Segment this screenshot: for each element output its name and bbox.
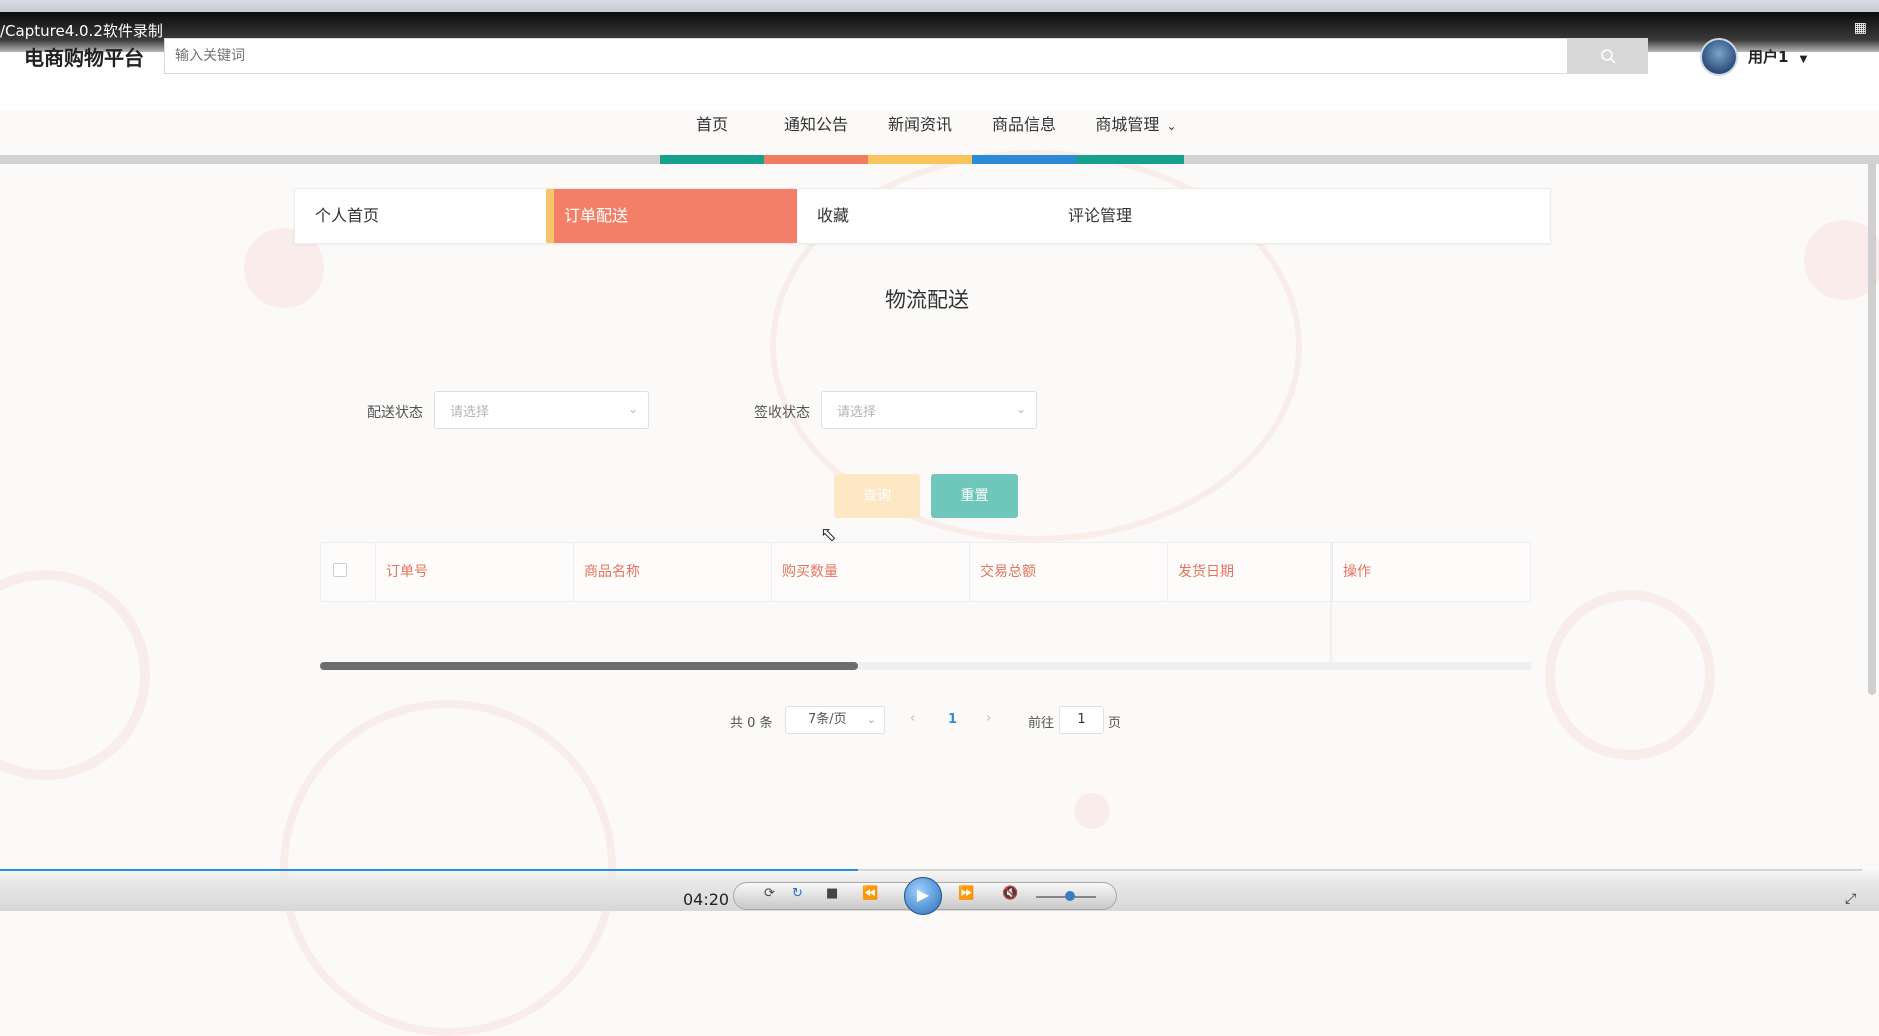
select-all-checkbox[interactable]: [333, 563, 347, 577]
playback-progress-fill: [0, 869, 858, 871]
volume-slider-knob[interactable]: [1065, 891, 1075, 901]
nav-item-notices[interactable]: 通知公告: [764, 112, 868, 152]
goto-page-input[interactable]: 1: [1059, 706, 1104, 734]
chevron-down-icon: ⌄: [1015, 402, 1026, 416]
table-scrollbar-thumb[interactable]: [320, 662, 858, 670]
recorder-title: /Capture4.0.2软件录制: [0, 22, 163, 40]
stop-icon[interactable]: ■: [826, 886, 838, 901]
play-icon[interactable]: ▶: [904, 877, 942, 915]
select-placeholder: 请选择: [450, 405, 490, 420]
site-logo[interactable]: 电商购物平台: [24, 42, 144, 71]
prev-page-icon[interactable]: ‹: [910, 711, 915, 726]
avatar[interactable]: [1700, 38, 1738, 76]
delivery-status-select[interactable]: 请选择 ⌄: [434, 391, 649, 429]
nav-item-products[interactable]: 商品信息: [972, 112, 1076, 152]
column-header: 购买数量: [772, 543, 970, 601]
query-button[interactable]: 查询: [834, 474, 920, 518]
column-header: 商品名称: [574, 543, 772, 601]
sign-status-select[interactable]: 请选择 ⌄: [821, 391, 1037, 429]
search-input[interactable]: [165, 39, 1567, 73]
fast-forward-icon[interactable]: ⏩: [958, 886, 974, 901]
nav-item-home[interactable]: 首页: [660, 112, 764, 152]
tab-comments[interactable]: 评论管理: [1048, 189, 1299, 243]
page-size-select[interactable]: 7条/页 ⌄: [785, 706, 885, 734]
username-label: 用户1: [1748, 48, 1789, 66]
goto-prefix: 前往: [1028, 716, 1055, 731]
rewind-icon[interactable]: ⏪: [862, 886, 878, 901]
decor-ring: [0, 570, 150, 780]
delivery-status-label: 配送状态: [367, 405, 423, 421]
fixed-column-shadow: [1330, 542, 1333, 667]
column-header: 发货日期: [1168, 543, 1333, 601]
column-header: 订单号: [376, 543, 574, 601]
select-placeholder: 请选择: [837, 405, 877, 420]
player-buttons: ⟳ ↻ ■ ⏪ ▶ ⏩ 🔇: [733, 877, 1117, 915]
tab-personal-home[interactable]: 个人首页: [295, 189, 546, 243]
delivery-table-header: 订单号 商品名称 购买数量 交易总额 发货日期 操作: [320, 542, 1531, 602]
decor-ring: [1545, 590, 1715, 760]
pagination-total: 共 0 条: [730, 716, 773, 731]
playback-time: 04:20: [683, 890, 730, 909]
main-nav: 首页 通知公告 新闻资讯 商品信息 商城管理 ⌄: [0, 112, 1879, 164]
refresh-icon[interactable]: ↻: [792, 886, 803, 901]
search-button[interactable]: [1568, 38, 1648, 74]
reset-button[interactable]: 重置: [931, 474, 1018, 518]
search-field[interactable]: [164, 38, 1568, 74]
page-number-current[interactable]: 1: [948, 712, 957, 727]
search-icon: [1601, 49, 1616, 64]
tab-favorites[interactable]: 收藏: [797, 189, 1048, 243]
loop-icon[interactable]: ⟳: [764, 886, 775, 901]
next-page-icon[interactable]: ›: [986, 711, 991, 726]
chevron-down-icon: ⌄: [1166, 119, 1177, 133]
column-header: 操作: [1343, 564, 1371, 580]
browser-tab-strip: [0, 0, 1879, 12]
chevron-down-icon: ⌄: [866, 713, 876, 726]
chevron-down-icon: ⌄: [627, 402, 638, 416]
expand-icon[interactable]: ▦: [1854, 20, 1867, 36]
mute-icon[interactable]: 🔇: [1002, 886, 1018, 901]
page-scrollbar[interactable]: [1868, 160, 1876, 695]
page-size-value: 7条/页: [808, 712, 847, 727]
nav-item-mall-admin[interactable]: 商城管理 ⌄: [1080, 112, 1192, 152]
column-header: 交易总额: [970, 543, 1168, 601]
select-all-cell: [321, 543, 376, 601]
user-menu[interactable]: 用户1 ▼: [1748, 46, 1807, 67]
tab-order-delivery[interactable]: 订单配送: [546, 189, 797, 243]
decor-circle: [1074, 793, 1110, 829]
page-title: 物流配送: [885, 288, 969, 312]
user-center-tabs: 个人首页 订单配送 收藏 评论管理: [294, 188, 1551, 244]
fullscreen-icon[interactable]: ⤢: [1845, 891, 1856, 907]
goto-suffix: 页: [1108, 716, 1122, 731]
nav-item-news[interactable]: 新闻资讯: [868, 112, 972, 152]
caret-down-icon: ▼: [1799, 54, 1808, 65]
sign-status-label: 签收状态: [754, 405, 810, 421]
